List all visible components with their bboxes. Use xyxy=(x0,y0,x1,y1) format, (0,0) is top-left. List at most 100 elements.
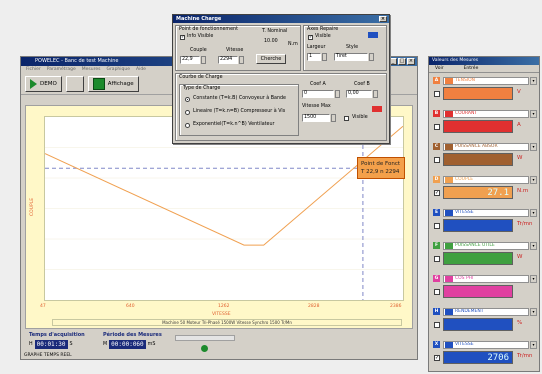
load-curve-line xyxy=(44,125,404,246)
measure-select[interactable]: PUISSANCE ABSOR xyxy=(443,143,529,151)
measure-select[interactable]: TENSION xyxy=(443,77,529,85)
style-dropdown-icon[interactable] xyxy=(369,53,374,61)
largeur-spinner[interactable] xyxy=(322,53,327,61)
menu-parametrage[interactable]: Paramétrage xyxy=(47,66,76,73)
chevron-down-icon[interactable]: ▾ xyxy=(530,308,537,316)
measures-panel-title[interactable]: Valeurs des Mesures xyxy=(429,57,539,65)
measure-select[interactable]: COS PHI xyxy=(443,275,529,283)
toolbar-blank-button[interactable] xyxy=(65,75,84,92)
measure-select[interactable]: VITESSE xyxy=(443,209,529,217)
minimize-button[interactable]: _ xyxy=(389,58,397,65)
measure-visible-checkbox[interactable] xyxy=(434,256,440,262)
repere-color-swatch[interactable] xyxy=(368,32,378,38)
period-time-field[interactable]: 00:00:060 xyxy=(109,340,146,349)
style-select[interactable]: Tiret xyxy=(334,53,368,61)
measure-visible-checkbox[interactable] xyxy=(434,322,440,328)
measure-name: COS PHI xyxy=(455,276,474,281)
chevron-down-icon[interactable]: ▾ xyxy=(530,341,537,349)
coef-b-input[interactable]: 0,00 xyxy=(346,90,372,98)
measures-panel: Valeurs des Mesures Voir Entrée A TENSION… xyxy=(428,56,540,372)
measure-visible-checkbox[interactable] xyxy=(434,91,440,97)
coef-a-spinner[interactable] xyxy=(335,90,340,98)
vitesse-max-label: Vitesse Max xyxy=(302,104,331,109)
measure-row: C PUISSANCE ABSOR ▾ W xyxy=(431,141,539,169)
cherche-button[interactable]: Cherche xyxy=(256,54,286,64)
largeur-label: Largeur xyxy=(307,45,326,50)
vitesse-input[interactable]: 2294 xyxy=(218,56,238,64)
measure-channel-badge: G xyxy=(433,275,440,282)
chart-icon xyxy=(92,77,105,90)
measure-value xyxy=(443,87,513,100)
measure-unit: A xyxy=(517,122,521,128)
affichage-button[interactable]: Affichage xyxy=(87,75,139,92)
measure-color-tag xyxy=(445,111,453,117)
chevron-down-icon[interactable]: ▾ xyxy=(530,77,537,85)
measure-visible-checkbox[interactable]: ✓ xyxy=(434,190,440,196)
measure-channel-badge: C xyxy=(433,143,440,150)
affichage-label: Affichage xyxy=(107,80,134,87)
dialog-title[interactable]: Machine Charge × xyxy=(173,15,389,23)
measure-color-tag xyxy=(445,144,453,150)
chevron-down-icon[interactable]: ▾ xyxy=(530,275,537,283)
radio-exponentiel[interactable] xyxy=(185,123,190,128)
coef-a-input[interactable]: 0 xyxy=(302,90,334,98)
chevron-down-icon[interactable]: ▾ xyxy=(530,242,537,250)
measure-select[interactable]: PUISSANCE UTILE xyxy=(443,242,529,250)
measure-channel-badge: E xyxy=(433,209,440,216)
measure-name: VITESSE xyxy=(455,342,474,347)
info-visible-checkbox[interactable]: ✓ xyxy=(180,35,185,40)
measure-value: 27.1 xyxy=(443,186,513,199)
dialog-close-button[interactable]: × xyxy=(379,16,387,22)
measure-color-tag xyxy=(445,177,453,183)
measure-name: PUISSANCE ABSOR xyxy=(455,144,498,149)
measure-visible-checkbox[interactable] xyxy=(434,223,440,229)
status-bar: GRAPHE TEMPS REEL xyxy=(24,353,72,358)
measure-color-tag xyxy=(445,276,453,282)
largeur-input[interactable]: 1 xyxy=(307,53,321,61)
vitesse-max-input[interactable]: 1500 xyxy=(302,114,330,122)
menu-aide[interactable]: Aide xyxy=(136,66,146,73)
progress-bar xyxy=(175,335,235,341)
couple-input[interactable]: 22,9 xyxy=(180,56,200,64)
period-unit: mS xyxy=(147,342,156,347)
measure-row: H RENDEMENT ▾% xyxy=(431,306,539,334)
repere-visible-checkbox[interactable]: ✓ xyxy=(308,35,313,40)
type-exponentiel-label: Exponentiel(T=k.n^B) Ventilateur xyxy=(193,122,275,127)
menu-fichier[interactable]: Fichier xyxy=(26,66,41,73)
radio-constante[interactable] xyxy=(185,97,190,102)
measure-visible-checkbox[interactable] xyxy=(434,289,440,295)
info-visible-label: Info Visible xyxy=(187,34,214,39)
measure-visible-checkbox[interactable] xyxy=(434,157,440,163)
acquisition-time-field[interactable]: 00:01:30 xyxy=(34,340,68,349)
measure-select[interactable]: COURANT xyxy=(443,110,529,118)
measure-channel-badge: X xyxy=(433,341,440,348)
measure-select[interactable]: VITESSE xyxy=(443,341,529,349)
close-button[interactable]: × xyxy=(407,58,415,65)
measure-unit: Tr/mn xyxy=(517,221,533,227)
measure-select[interactable]: COUPLE xyxy=(443,176,529,184)
measure-row: B COURANT ▾ A xyxy=(431,108,539,136)
measure-select[interactable]: RENDEMENT xyxy=(443,308,529,316)
chevron-down-icon[interactable]: ▾ xyxy=(530,143,537,151)
courbe-visible-checkbox[interactable] xyxy=(344,116,349,121)
demo-button[interactable]: DEMO xyxy=(25,75,62,92)
measures-columns: Voir Entrée xyxy=(429,65,539,73)
menu-mesures[interactable]: Mesures xyxy=(82,66,101,73)
menu-graphique[interactable]: Graphique xyxy=(106,66,130,73)
couple-spinner[interactable] xyxy=(201,56,206,64)
x-tick: 47 xyxy=(40,304,46,309)
chevron-down-icon[interactable]: ▾ xyxy=(530,176,537,184)
measure-row: D COUPLE ▾ ✓ 27.1 N.m xyxy=(431,174,539,202)
repere-group-label: Axes Repaire xyxy=(307,27,339,32)
measure-visible-checkbox[interactable]: ✓ xyxy=(434,355,440,361)
chevron-down-icon[interactable]: ▾ xyxy=(530,110,537,118)
measure-visible-checkbox[interactable] xyxy=(434,124,440,130)
maximize-button[interactable]: □ xyxy=(398,58,406,65)
vitesse-spinner[interactable] xyxy=(239,56,244,64)
acquisition-label: Temps d'acquisition xyxy=(29,332,85,338)
coef-b-spinner[interactable] xyxy=(373,90,378,98)
radio-lineaire[interactable] xyxy=(185,110,190,115)
courbe-color-swatch[interactable] xyxy=(372,106,382,112)
chevron-down-icon[interactable]: ▾ xyxy=(530,209,537,217)
vitesse-max-spinner[interactable] xyxy=(331,114,336,122)
